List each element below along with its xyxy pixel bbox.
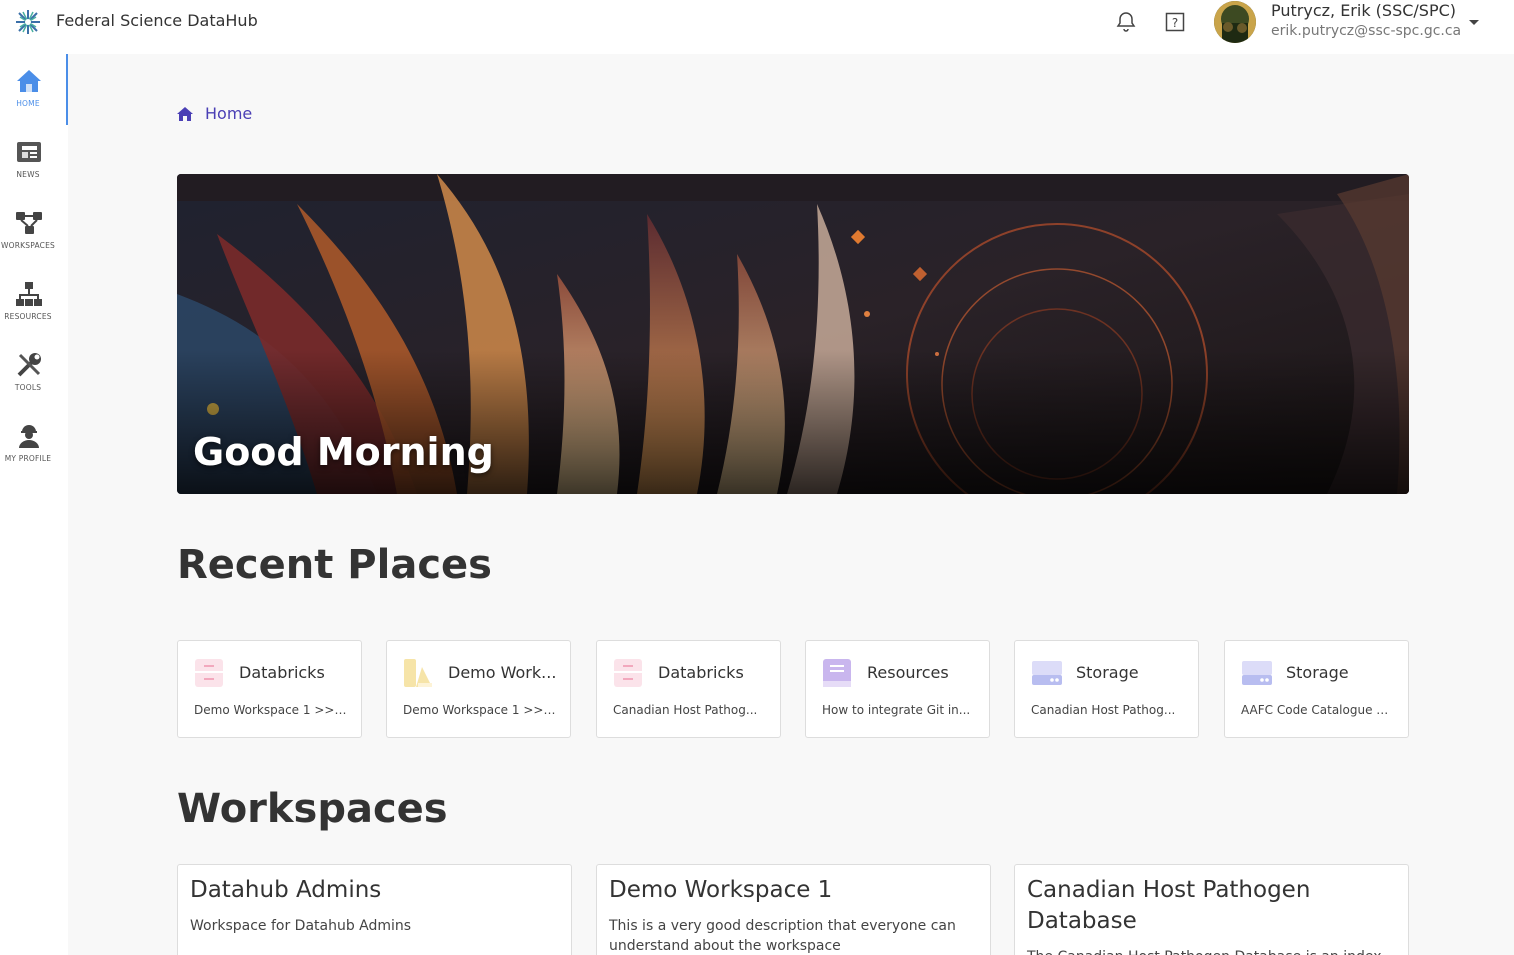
datahub-logo-icon[interactable] <box>10 4 46 40</box>
sidebar-nav: HOME NEWS WORKSPACES RESOURCES TOOLS MY … <box>0 54 68 955</box>
workspace-description: Workspace for Datahub Admins <box>190 918 412 934</box>
sidebar-item-home[interactable]: HOME <box>0 54 68 125</box>
sidebar-item-my-profile[interactable]: MY PROFILE <box>0 409 68 480</box>
recent-place-title: Databricks <box>239 663 325 682</box>
recent-place-title: Resources <box>867 663 949 682</box>
recent-places-heading: Recent Places <box>177 542 492 588</box>
sidebar-item-workspaces[interactable]: WORKSPACES <box>0 196 68 267</box>
svg-text:?: ? <box>1172 16 1178 30</box>
recent-place-subtitle: Canadian Host Pathog... <box>1031 703 1176 717</box>
workspaces-heading: Workspaces <box>177 786 448 832</box>
recent-place-subtitle: Demo Workspace 1 >> ... <box>194 703 348 717</box>
breadcrumb-home-icon[interactable] <box>175 104 195 124</box>
workspace-title: Canadian Host Pathogen Database <box>1027 877 1311 934</box>
chevron-down-icon[interactable] <box>1466 14 1482 30</box>
storage-icon <box>1030 657 1062 689</box>
storage-icon <box>1240 657 1272 689</box>
sidebar-item-label: NEWS <box>16 170 40 179</box>
sidebar-item-label: WORKSPACES <box>1 241 55 250</box>
recent-place-title: Storage <box>1076 663 1139 682</box>
recent-place-subtitle: Canadian Host Pathog... <box>613 703 758 717</box>
top-bar: Federal Science DataHub ? Putrycz, Erik … <box>0 0 1514 54</box>
sidebar-item-label: HOME <box>16 99 40 108</box>
recent-place-subtitle: AAFC Code Catalogue >... <box>1241 703 1395 717</box>
databricks-icon <box>193 657 225 689</box>
recent-place-card[interactable]: Storage AAFC Code Catalogue >... <box>1224 640 1409 738</box>
profile-icon <box>14 421 44 451</box>
home-icon <box>14 66 44 96</box>
workspace-title: Datahub Admins <box>190 877 382 903</box>
recent-place-card[interactable]: Databricks Demo Workspace 1 >> ... <box>177 640 362 738</box>
news-icon <box>14 137 44 167</box>
workspace-card[interactable]: Canadian Host Pathogen Database The Cana… <box>1014 864 1409 955</box>
sidebar-item-label: MY PROFILE <box>4 454 52 463</box>
breadcrumb[interactable]: Home <box>205 104 252 123</box>
sidebar-item-tools[interactable]: TOOLS <box>0 338 68 409</box>
resources-icon <box>14 279 44 309</box>
workspace-card[interactable]: Demo Workspace 1 This is a very good des… <box>596 864 991 955</box>
recent-place-card[interactable]: Resources How to integrate Git in... <box>805 640 990 738</box>
workspace-description: The Canadian Host Pathogen Database is a… <box>1027 947 1387 955</box>
user-email: erik.putrycz@ssc-spc.gc.ca <box>1271 23 1462 39</box>
recent-place-card[interactable]: Storage Canadian Host Pathog... <box>1014 640 1199 738</box>
recent-place-card[interactable]: Demo Work... Demo Workspace 1 >> ... <box>386 640 571 738</box>
sidebar-item-label: RESOURCES <box>4 312 52 321</box>
help-icon[interactable]: ? <box>1163 10 1187 34</box>
recent-place-subtitle: How to integrate Git in... <box>822 703 971 717</box>
workspace-icon <box>402 657 434 689</box>
recent-place-title: Storage <box>1286 663 1349 682</box>
databricks-icon <box>612 657 644 689</box>
user-name: Putrycz, Erik (SSC/SPC) <box>1271 1 1457 20</box>
workspace-description: This is a very good description that eve… <box>609 918 956 954</box>
recent-place-subtitle: Demo Workspace 1 >> ... <box>403 703 557 717</box>
workspace-card[interactable]: Datahub Admins Workspace for Datahub Adm… <box>177 864 572 955</box>
sidebar-item-label: TOOLS <box>14 383 42 392</box>
tools-icon <box>14 350 44 380</box>
sidebar-item-news[interactable]: NEWS <box>0 125 68 196</box>
hero-banner: Good Morning <box>177 174 1409 494</box>
recent-place-title: Databricks <box>658 663 744 682</box>
recent-place-card[interactable]: Databricks Canadian Host Pathog... <box>596 640 781 738</box>
greeting-heading: Good Morning <box>193 430 494 474</box>
app-title[interactable]: Federal Science DataHub <box>56 11 258 30</box>
resources-book-icon <box>821 657 853 689</box>
sidebar-item-resources[interactable]: RESOURCES <box>0 267 68 338</box>
workspace-title: Demo Workspace 1 <box>609 877 833 903</box>
workspaces-icon <box>14 208 44 238</box>
recent-place-title: Demo Work... <box>448 663 557 682</box>
notifications-bell-icon[interactable] <box>1114 10 1138 34</box>
user-avatar[interactable] <box>1214 1 1256 43</box>
